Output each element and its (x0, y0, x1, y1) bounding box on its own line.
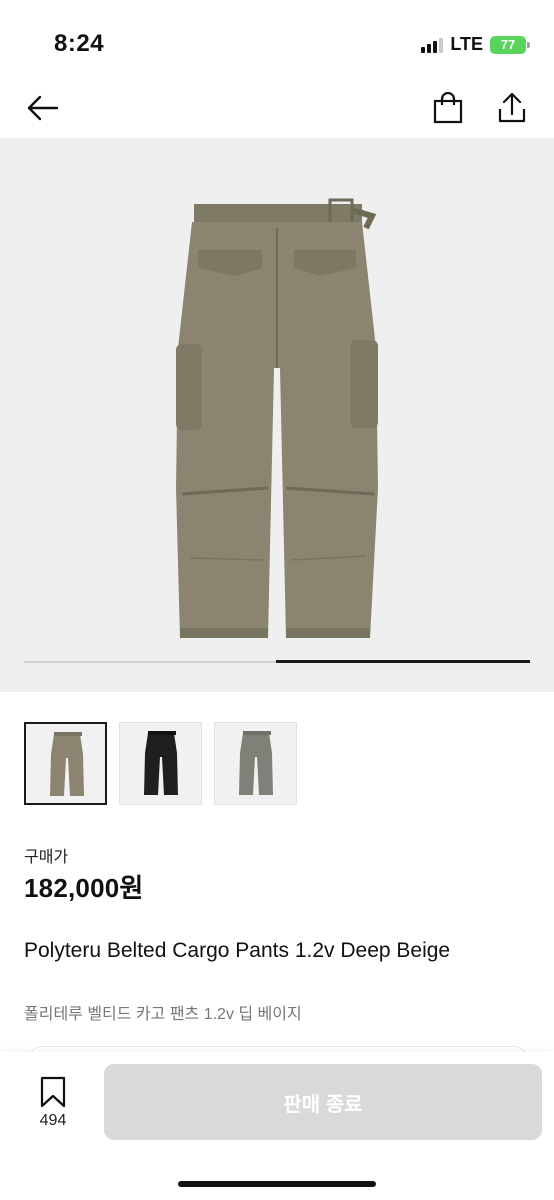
cellular-signal-icon (421, 37, 444, 53)
status-indicators: LTE 77 (421, 34, 530, 55)
thumbnail-strip (24, 722, 297, 805)
cargo-pants-image (176, 198, 378, 638)
price-value: 182,000원 (24, 873, 144, 903)
thumbnail-deep-beige[interactable] (24, 722, 107, 805)
wishlist-button[interactable]: 494 (30, 1076, 76, 1130)
thumbnail-black[interactable] (119, 722, 202, 805)
product-image-carousel[interactable] (0, 138, 554, 692)
battery-icon: 77 (490, 35, 530, 54)
thumbnail-image (144, 731, 178, 795)
product-title-korean: 폴리테루 벨티드 카고 팬츠 1.2v 딥 베이지 (24, 1006, 302, 1023)
thumbnail-image (239, 731, 273, 795)
product-title: Polyteru Belted Cargo Pants 1.2v Deep Be… (24, 939, 451, 962)
share-icon (498, 92, 526, 123)
network-type: LTE (450, 34, 483, 54)
carousel-progress-indicator (276, 660, 530, 663)
sale-ended-button[interactable]: 판매 종료 (104, 1064, 542, 1140)
share-button[interactable] (492, 88, 532, 128)
bookmark-icon (40, 1076, 66, 1108)
price-label: 구매가 (24, 849, 69, 866)
status-bar: 8:24 LTE 77 (0, 0, 554, 80)
thumbnail-gray[interactable] (214, 722, 297, 805)
navigation-bar (0, 80, 554, 138)
battery-level: 77 (500, 37, 516, 52)
arrow-left-icon (27, 95, 59, 121)
bottom-action-bar: 494 판매 종료 (0, 1052, 554, 1200)
home-indicator (178, 1181, 376, 1187)
thumbnail-image (50, 732, 84, 796)
back-button[interactable] (22, 88, 62, 128)
shopping-bag-icon (433, 92, 463, 124)
status-time: 8:24 (54, 30, 105, 57)
shopping-bag-button[interactable] (428, 88, 468, 128)
wishlist-count: 494 (39, 1112, 67, 1129)
